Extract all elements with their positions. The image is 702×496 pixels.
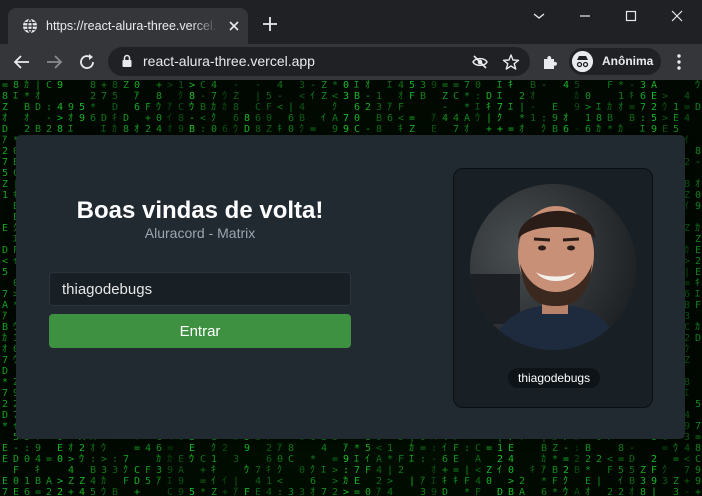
username-input[interactable]	[49, 272, 351, 306]
star-icon[interactable]	[502, 53, 520, 71]
tab-title: https://react-alura-three.vercel.app	[46, 19, 218, 33]
more-vert-icon[interactable]	[671, 53, 687, 71]
maximize-icon[interactable]	[616, 6, 646, 26]
page-title: Boas vindas de volta!	[76, 197, 324, 224]
matrix-column: ｳ D 8 - ｵ 0 9 ｶ Z E 2 E ｷ ｴ F ｶ D 5 7 = …	[695, 80, 702, 496]
profile-photo-panel: thiagodebugs	[453, 168, 653, 408]
address-bar[interactable]: react-alura-three.vercel.app	[108, 47, 530, 76]
username-tag: thiagodebugs	[508, 368, 601, 388]
page-subtitle: Aluracord - Matrix	[144, 225, 256, 241]
avatar	[470, 184, 636, 350]
minimize-window-icon[interactable]	[570, 6, 600, 26]
close-icon[interactable]	[226, 18, 242, 34]
browser-titlebar: https://react-alura-three.vercel.app	[0, 0, 702, 44]
back-arrow-icon[interactable]	[12, 52, 32, 72]
avatar-photo	[470, 184, 636, 350]
incognito-icon	[572, 51, 593, 72]
profile-button[interactable]: Anônima	[569, 48, 661, 75]
forward-arrow-icon[interactable]	[44, 52, 64, 72]
eye-off-icon[interactable]	[471, 53, 489, 71]
puzzle-icon[interactable]	[541, 53, 559, 71]
browser-tab[interactable]: https://react-alura-three.vercel.app	[8, 8, 248, 44]
plus-icon[interactable]	[260, 14, 280, 34]
url-text[interactable]: react-alura-three.vercel.app	[143, 53, 315, 70]
minimize-icon[interactable]	[524, 6, 554, 26]
enter-button[interactable]: Entrar	[49, 314, 351, 348]
login-card: Boas vindas de volta! Aluracord - Matrix…	[16, 135, 685, 439]
lock-icon[interactable]	[120, 54, 134, 68]
close-window-icon[interactable]	[662, 6, 692, 26]
profile-label: Anônima	[602, 54, 654, 68]
globe-icon	[23, 18, 37, 34]
browser-toolbar: react-alura-three.vercel.app Anônima	[0, 44, 702, 80]
matrix-column: = 8 Z ｵ D ｱ 2 7 5 Z 1 E D < 5 7 A ｱ B ｶ …	[2, 80, 9, 496]
reload-icon[interactable]	[77, 52, 97, 72]
page-background: = 8 Z ｵ D ｱ 2 7 5 Z 1 E D < 5 7 A ｱ B ｶ …	[0, 80, 702, 496]
